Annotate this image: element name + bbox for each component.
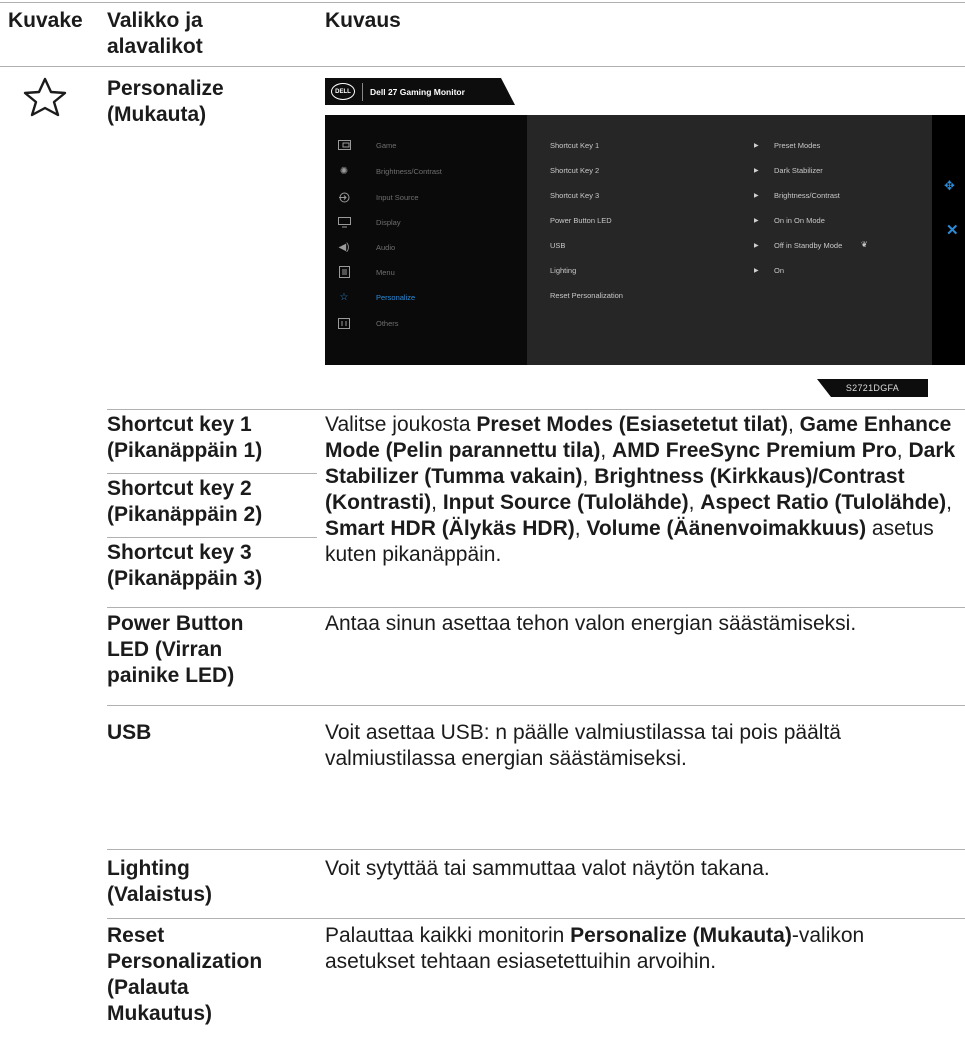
osd-title-tab: DELL Dell 27 Gaming Monitor [325,78,515,105]
display-icon [337,216,351,228]
game-icon [337,139,351,151]
osd-submenu: Shortcut Key 1 ▶ Preset Modes Shortcut K… [527,115,932,365]
rule-power [107,607,965,608]
usb: USB [107,721,152,744]
submenu-label: USB [550,241,566,250]
arrow-right-icon: ▶ [754,243,759,249]
submenu-value: On [774,266,785,275]
header-menu-col: Valikko ja alavalikot [107,9,203,58]
shortcut-key-2: Shortcut key 2 (Pikanäppäin 2) [107,477,263,526]
rule-sk2 [107,537,317,538]
osd-menu-label: Game [376,140,397,150]
rule-reset [107,918,965,919]
leaf-icon: ❦ [861,240,868,249]
osd-menu-menu[interactable]: Menu [337,264,395,280]
arrow-right-icon: ▶ [754,218,759,224]
submenu-label: Shortcut Key 2 [550,166,600,175]
submenu-label: Reset Personalization [550,291,623,300]
osd-menu-audio[interactable]: ◀︎) Audio [337,239,395,255]
osd-menu-label: Display [376,217,401,227]
osd-menu-game[interactable]: Game [337,137,396,153]
arrow-right-icon: ▶ [754,268,759,274]
submenu-value: Preset Modes [774,141,821,150]
osd-menu-label: Menu [376,267,395,277]
rule-sk1 [107,473,317,474]
rule-shortcut [107,409,965,410]
dell-logo: DELL [331,83,355,100]
lighting: Lighting (Valaistus) [107,857,213,906]
reset-personalization: Reset Personalization (Palauta Mukautus) [107,924,263,1025]
submenu-label: Shortcut Key 1 [550,141,600,150]
rule-usb [107,705,965,706]
submenu-value: Dark Stabilizer [774,166,823,175]
personalize-title: Personalize (Mukauta) [107,77,224,126]
osd-main-menu: Game ✺ Brightness/Contrast Input Source … [325,115,527,365]
usb-description: Voit asettaa USB: n päälle valmiustilass… [325,721,841,770]
star-outline-icon [22,76,68,118]
osd-panel: Game ✺ Brightness/Contrast Input Source … [325,115,965,365]
power-led-description: Antaa sinun asettaa tehon valon energian… [325,612,857,635]
arrow-right-icon: ▶ [754,193,759,199]
submenu-value: Brightness/Contrast [774,191,840,200]
osd-menu-display[interactable]: Display [337,214,401,230]
header-icon-col: Kuvake [8,9,83,32]
tab-separator [362,82,363,101]
table-top-rule [0,2,965,3]
menu-icon [337,266,351,278]
osd-menu-personalize[interactable]: ☆ Personalize [337,289,416,305]
osd-menu-brightness[interactable]: ✺ Brightness/Contrast [337,163,442,179]
star-icon: ☆ [339,291,349,303]
osd-menu-label: Personalize [376,292,416,302]
shortcut-key-1: Shortcut key 1 (Pikanäppäin 1) [107,413,263,462]
osd-menu-label: Audio [376,242,396,252]
joystick-nav-icon[interactable]: ✥ [944,178,955,194]
rule-lighting [107,849,965,850]
others-icon [337,317,351,329]
arrow-right-icon: ▶ [754,168,759,174]
model-tag: S2721DGFA [817,379,928,397]
lighting-description: Voit sytyttää tai sammuttaa valot näytön… [325,857,770,880]
osd-menu-input[interactable]: Input Source [337,189,419,205]
speaker-icon: ◀︎) [338,241,350,253]
osd-menu-label: Brightness/Contrast [376,166,442,176]
submenu-label: Shortcut Key 3 [550,191,600,200]
reset-description: Palauttaa kaikki monitorin Personalize (… [325,924,865,973]
submenu-label: Power Button LED [550,216,612,225]
shortcut-key-3: Shortcut key 3 (Pikanäppäin 3) [107,541,263,590]
osd-menu-others[interactable]: Others [337,315,399,331]
shortcut-description: Valitse joukosta Preset Modes (Esiasetet… [325,413,956,566]
close-icon[interactable]: ✕ [946,221,959,239]
sun-icon: ✺ [339,165,349,177]
header-desc-col: Kuvaus [325,9,401,32]
submenu-value: On in On Mode [774,216,825,225]
osd-title: Dell 27 Gaming Monitor [370,86,465,97]
osd-menu-label: Input Source [376,192,419,202]
submenu-value: Off in Standby Mode [774,241,843,250]
power-button-led: Power Button LED (Virran painike LED) [107,612,244,687]
osd-menu-label: Others [376,318,399,328]
submenu-label: Lighting [550,266,577,275]
arrow-right-icon: ▶ [754,143,759,149]
header-rule [0,66,965,67]
osd-nav-strip: ✥ ✕ [932,115,965,365]
input-icon [337,191,351,203]
